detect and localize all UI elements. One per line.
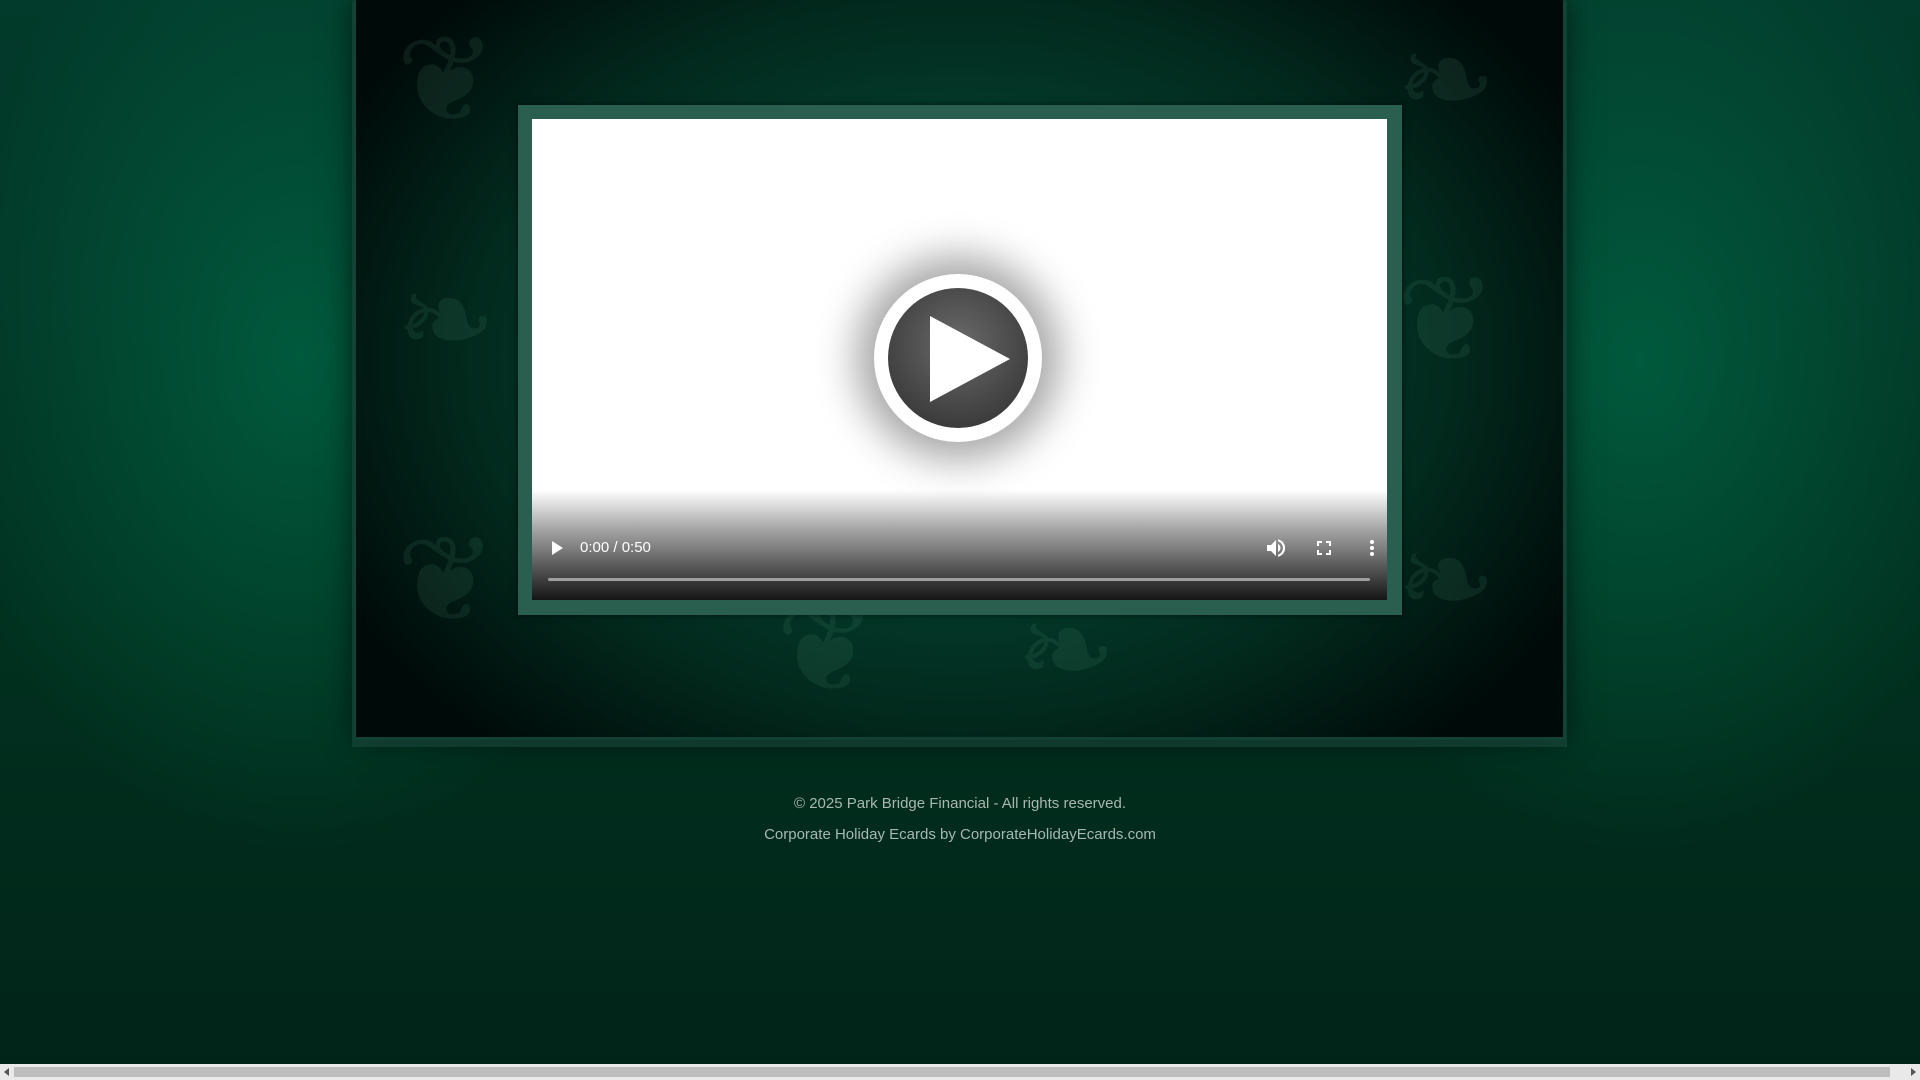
video-frame: 0:00 / 0:50 [518,105,1402,615]
credit-link[interactable]: Corporate Holiday Ecards by CorporateHol… [0,819,1920,850]
fullscreen-icon[interactable] [1312,536,1336,560]
video-controls: 0:00 / 0:50 [532,490,1387,600]
play-icon [888,288,1028,428]
footer: © 2025 Park Bridge Financial - All right… [0,788,1920,850]
time-display: 0:00 / 0:50 [580,539,651,556]
copyright-text: © 2025 Park Bridge Financial - All right… [793,795,1127,812]
flourish-decoration: ❦ [396,13,497,147]
flourish-decoration: ❧ [1396,513,1497,647]
flourish-decoration: ❦ [396,513,497,647]
flourish-decoration: ❦ [1396,253,1497,387]
scrollbar-thumb[interactable] [14,1067,1890,1077]
play-button[interactable] [552,541,563,555]
progress-bar[interactable] [548,578,1370,581]
volume-icon[interactable] [1264,536,1288,560]
flourish-decoration: ❧ [396,253,497,387]
scroll-right-icon[interactable] [1911,1068,1916,1076]
scroll-left-icon[interactable] [4,1068,9,1076]
more-options-icon[interactable] [1360,536,1384,560]
flourish-decoration: ❧ [1396,13,1497,147]
horizontal-scrollbar[interactable] [0,1064,1920,1080]
big-play-button[interactable] [874,274,1042,442]
video-player[interactable]: 0:00 / 0:50 [532,119,1387,600]
